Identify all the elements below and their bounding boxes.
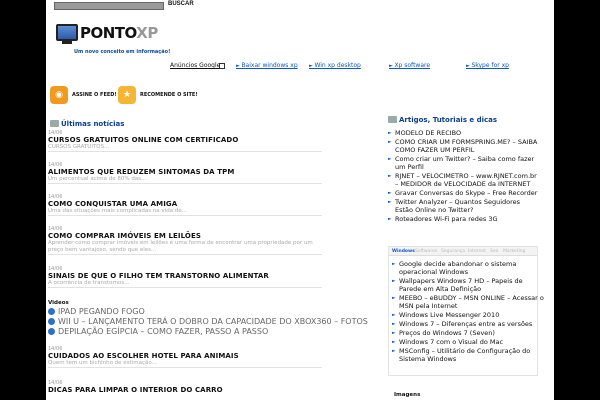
tab-internet[interactable]: Internet [468, 249, 486, 254]
article-link[interactable]: COMO CRIAR UM FORMSPRING.ME? – SAIBA COM… [388, 138, 540, 154]
news-post[interactable]: 14/06 DICAS PARA LIMPAR O INTERIOR DO CA… [48, 380, 322, 394]
recommend-site-link[interactable]: RECOMENDE O SITE! [140, 92, 198, 98]
news-icon [50, 120, 59, 127]
windows-list: Google decide abandonar o sistema operac… [392, 260, 544, 364]
news-post[interactable]: 14/06 CURSOS GRATUITOS ONLINE COM CERTIF… [48, 130, 322, 152]
article-link[interactable]: Twitter Analyzer – Quantos Seguidores Es… [388, 198, 540, 214]
news-post[interactable]: 14/06 COMO CONQUISTAR UMA AMIGA Uma das … [48, 194, 322, 216]
windows-link[interactable]: Windows Live Messenger 2010 [392, 311, 544, 320]
articles-list: MODELO DE RECIBO COMO CRIAR UM FORMSPRIN… [388, 129, 540, 224]
video-item[interactable]: WII U – LANÇAMENTO TERÁ O DOBRO DA CAPAC… [48, 317, 368, 327]
windows-link[interactable]: Google decide abandonar o sistema operac… [392, 260, 544, 276]
ad-choices-icon[interactable] [219, 63, 225, 69]
category-tabs-box: Windows Softwares Segurança Internet Seo… [388, 246, 544, 376]
ad-link[interactable]: Baixar windows xp [236, 62, 297, 69]
windows-link[interactable]: Preços do Windows 7 (Seven) [392, 329, 544, 338]
news-post[interactable]: 14/06 SINAIS DE QUE O FILHO TEM TRANSTOR… [48, 266, 322, 288]
site-tagline: Um novo conceito em informação! [74, 49, 171, 55]
news-post[interactable]: 14/06 COMO COMPRAR IMÓVEIS EM LEILÕES Ap… [48, 226, 322, 255]
tab-marketing[interactable]: Marketing [503, 249, 525, 254]
article-link[interactable]: RJNET – VELOCIMETRO – www.RJNET.com.br –… [388, 172, 540, 188]
videos-heading: Videos [48, 300, 69, 306]
latest-news-heading: Últimas notícias [50, 120, 124, 128]
article-link[interactable]: Como criar um Twitter? – Saiba como faze… [388, 155, 540, 171]
video-item[interactable]: IPAD PEGANDO FOGO [48, 307, 322, 317]
play-icon [48, 318, 55, 325]
tab-seguranca[interactable]: Segurança [441, 249, 465, 254]
category-tabs: Windows Softwares Segurança Internet Seo… [389, 247, 537, 256]
videos-block: Videos IPAD PEGANDO FOGO WII U – LANÇAME… [48, 300, 368, 337]
tab-seo[interactable]: Seo [490, 249, 498, 254]
ads-label[interactable]: Anúncios Google [170, 62, 220, 69]
rss-icon[interactable]: ◉ [50, 86, 68, 104]
article-link[interactable]: MODELO DE RECIBO [388, 129, 540, 138]
ad-link[interactable]: Win xp desktop [309, 62, 360, 69]
star-icon[interactable]: ★ [118, 86, 136, 104]
windows-link[interactable]: MSConfig – Utilitário de Configuração do… [392, 347, 544, 363]
images-heading: Imagens [394, 392, 421, 398]
play-icon [48, 328, 55, 335]
subscribe-feed-link[interactable]: ASSINE O FEED! [72, 92, 117, 98]
article-link[interactable]: Gravar Conversas do Skype – Free Recorde… [388, 189, 540, 198]
ad-link[interactable]: Skype for xp [466, 62, 509, 69]
windows-link[interactable]: MEEBO – eBUDDY – MSN ONLINE – Acessar o … [392, 294, 544, 310]
ads-row: Anúncios Google Baixar windows xp Win xp… [46, 62, 554, 72]
news-post[interactable]: 14/06 CUIDADOS AO ESCOLHER HOTEL PARA AN… [48, 346, 322, 368]
video-item[interactable]: DEPILAÇÃO EGÍPCIA – COMO FAZER, PASSO A … [48, 327, 322, 337]
article-link[interactable]: Roteadores Wi-Fi para redes 3G [388, 215, 540, 224]
page: BUSCAR PONTOXP Um novo conceito em infor… [46, 0, 554, 400]
tab-windows[interactable]: Windows [392, 249, 415, 254]
monitor-icon [56, 24, 78, 41]
ad-link[interactable]: Xp software [389, 62, 430, 69]
windows-link[interactable]: Wallpapers Windows 7 HD – Papeis de Pare… [392, 277, 544, 293]
play-icon [48, 308, 55, 315]
tab-softwares[interactable]: Softwares [415, 249, 437, 254]
news-post[interactable]: 14/06 ALIMENTOS QUE REDUZEM SINTOMAS DA … [48, 162, 322, 184]
search-input[interactable] [54, 2, 164, 10]
right-sidebar: MODELO DE RECIBO COMO CRIAR UM FORMSPRIN… [388, 116, 554, 400]
windows-link[interactable]: Windows 7 com o Visual do Mac [392, 338, 544, 347]
windows-link[interactable]: Windows 7 – Diferenças entre as versões [392, 320, 544, 329]
search-button[interactable]: BUSCAR [168, 1, 194, 7]
site-logo[interactable]: PONTOXP Um novo conceito em informação! [56, 24, 170, 56]
